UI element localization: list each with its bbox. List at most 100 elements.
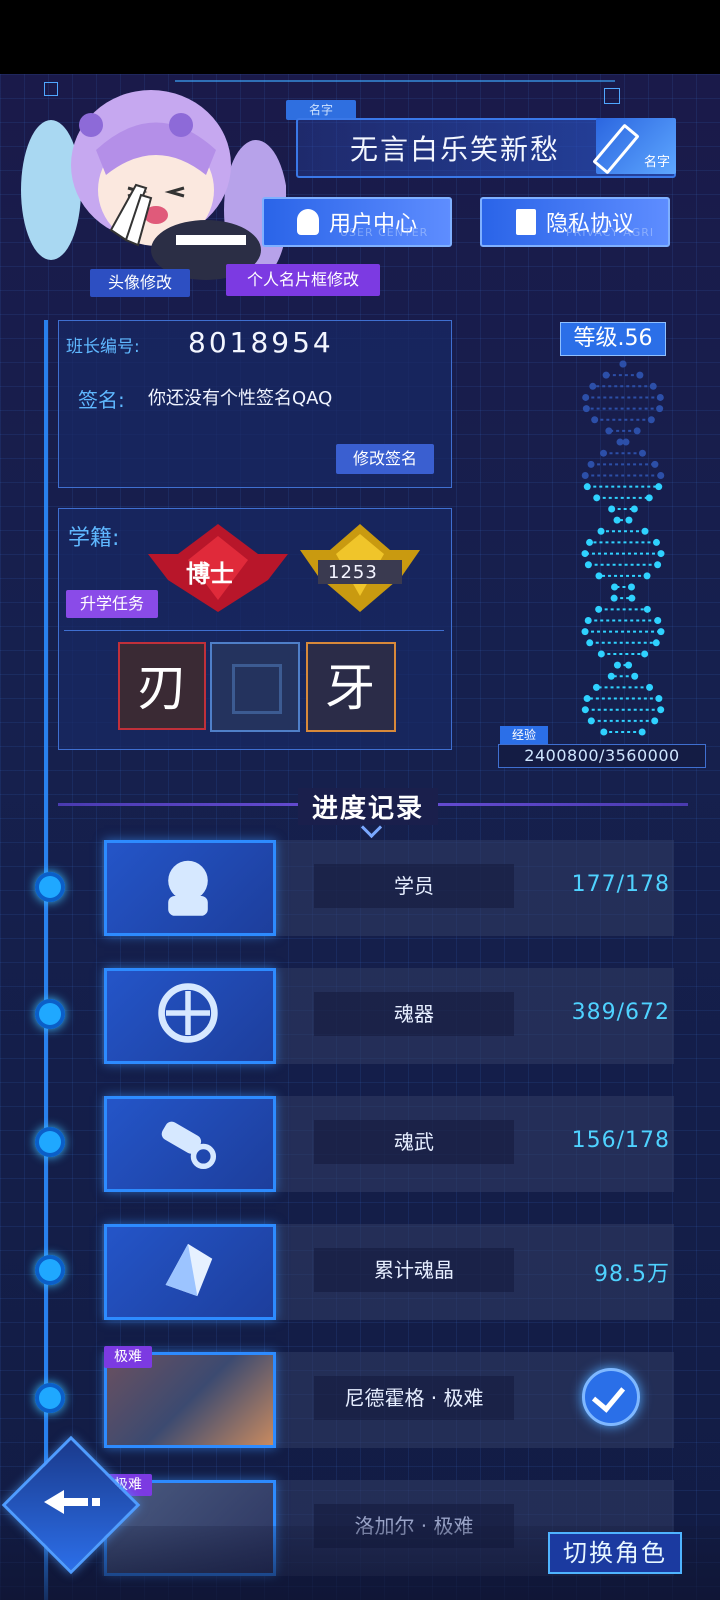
dna-node [645,494,653,502]
dna-node [652,538,660,546]
dna-node [651,717,659,725]
avatar[interactable] [16,80,286,290]
dna-node [583,483,591,491]
skill-slot-3-text: 牙 [325,659,375,717]
sign-label: 签名: [78,388,125,412]
dna-node [600,728,608,736]
dna-node [628,594,636,602]
document-icon [515,209,536,235]
dna-node [646,683,654,691]
user-center-button[interactable]: 用户中心 [262,197,452,247]
progress-row-label: 累计魂晶 [314,1248,514,1292]
school-label: 学籍: [68,526,120,551]
dna-node [597,650,605,658]
progress-row-label: 魂器 [314,992,514,1036]
back-arrow-icon [44,1490,104,1514]
dna-node [581,550,589,558]
dna-node [610,594,618,602]
edit-name-button[interactable]: 名字 [592,118,676,175]
user-icon [296,209,319,235]
dna-node [587,717,595,725]
skill-slot-1-text: 刃 [137,659,187,717]
timeline-dot [35,1127,65,1157]
dna-node [655,483,663,491]
dna-node [625,516,633,524]
dna-node [582,393,590,401]
dna-node [630,505,638,513]
dna-node [641,650,649,658]
dna-node [584,616,592,624]
timeline-dot [35,872,65,902]
dna-node [605,427,613,435]
progress-row-value: 389/672 [571,1000,670,1025]
dna-node [656,393,664,401]
dna-node [591,416,599,424]
header-deco-box [604,88,620,104]
card-frame-edit-button[interactable]: 个人名片框修改 [226,264,380,296]
progress-row-label: 尼德霍格 · 极难 [314,1376,514,1420]
edit-name-label: 名字 [643,155,670,170]
dna-node [652,639,660,647]
dna-node [619,360,627,368]
dna-node [608,505,616,513]
switch-role-button[interactable]: 切换角色 [548,1532,682,1574]
completed-check-icon [582,1368,640,1426]
progress-row-label: 学员 [314,864,514,908]
dna-node [583,695,591,703]
exp-label: 经验 [500,726,548,744]
dna-node [587,460,595,468]
degree-text: 博士 [186,560,234,588]
dna-node [657,472,665,480]
privacy-sub: PRIVACY AGRI [566,226,655,239]
exp-value: 2400800/3560000 [498,744,706,768]
dna-node [641,527,649,535]
timeline-dot [35,1255,65,1285]
dna-node [595,605,603,613]
dna-node [636,371,644,379]
dna-node [597,527,605,535]
status-bar [0,0,720,74]
progress-row-value: 177/178 [571,872,670,897]
soul-vessel-icon [158,983,218,1043]
dna-node [607,672,615,680]
dna-node [657,550,665,558]
dna-node [600,449,608,457]
dna-node [602,371,610,379]
dna-node [633,427,641,435]
progress-row-value: 156/178 [571,1128,670,1153]
dna-node [638,449,646,457]
pencil-icon [592,123,640,175]
plus-icon [232,664,282,714]
crystal-icon [165,1243,213,1297]
progress-row-label: 魂武 [314,1120,514,1164]
dna-node [654,616,662,624]
dna-node [586,538,594,546]
dna-node [627,583,635,591]
dna-node [657,706,665,714]
dna-node [613,516,621,524]
dna-node [611,583,619,591]
dna-node [581,706,589,714]
sign-value: 你还没有个性签名QAQ [148,388,333,409]
dna-node [581,628,589,636]
promote-task-button[interactable]: 升学任务 [66,590,158,618]
edit-signature-button[interactable]: 修改签名 [336,444,434,474]
dna-node [656,405,664,413]
dna-node [625,661,633,669]
avatar-edit-button[interactable]: 头像修改 [90,269,190,297]
dna-node [654,561,662,569]
user-center-sub: USER CENTER [340,226,429,239]
chainsaw-icon [161,1121,217,1170]
dna-node [584,561,592,569]
level-badge: 等级.56 [560,322,666,356]
dna-node [622,438,630,446]
id-label: 班长编号: [66,337,140,357]
dna-node [592,683,600,691]
dna-node [655,695,663,703]
hard-tag: 极难 [104,1346,152,1368]
progress-row-value: 98.5万 [594,1262,670,1287]
dna-node [631,672,639,680]
privacy-button[interactable]: 隐私协议 [480,197,670,247]
dna-node [647,416,655,424]
name-tag: 名字 [286,100,356,120]
